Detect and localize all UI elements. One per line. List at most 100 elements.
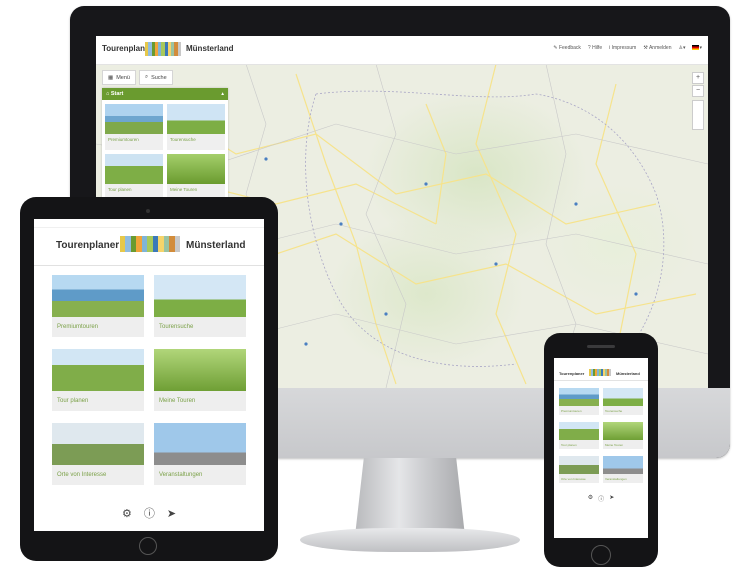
tile-orte-von-interesse[interactable]: Orte von Interesse	[559, 456, 599, 483]
tile-tourensuche[interactable]: Tourensuche	[154, 275, 246, 337]
send-icon[interactable]: ➤	[609, 494, 614, 503]
tile-image-path-field	[52, 349, 144, 391]
feedback-link[interactable]: ✎ Feedback	[553, 45, 581, 51]
impressum-link[interactable]: i Impressum	[609, 45, 636, 51]
brand-region: Münsterland	[616, 371, 640, 376]
tablet-footer: ⚙ ⓘ ➤	[34, 509, 264, 520]
tile-image-couple-map	[154, 275, 246, 317]
wrench-icon: ⚒	[643, 45, 648, 51]
collapse-icon: ▴	[221, 91, 224, 97]
tile-label: Orte von Interesse	[57, 472, 107, 478]
tile-image-path-field	[105, 154, 163, 184]
monitor-stand	[355, 458, 465, 536]
compass-icon[interactable]	[692, 100, 704, 130]
search-icon: ⌕	[144, 74, 149, 80]
help-label: Hilfe	[592, 45, 603, 51]
zoom-in-button[interactable]: +	[692, 72, 704, 84]
tab-menu[interactable]: ▦ Menü	[102, 70, 136, 85]
tile-premiumtouren[interactable]: Premiumtouren	[559, 388, 599, 415]
tile-image-group-ride	[603, 422, 643, 440]
info-icon: i	[609, 45, 611, 51]
tile-image-couple-map	[167, 104, 225, 134]
flag-de-icon	[692, 45, 700, 51]
header-nav: ✎ Feedback ? Hilfe i Impressum ⚒ Anmelde…	[553, 45, 702, 51]
brand-logo	[145, 42, 181, 56]
impressum-label: Impressum	[611, 45, 637, 51]
tile-tour-planen[interactable]: Tour planen	[559, 422, 599, 449]
tile-label: Meine Touren	[159, 398, 196, 404]
tile-label: Tour planen	[108, 187, 132, 192]
phone-footer: ⚙ ⓘ ➤	[554, 494, 648, 503]
logo-stripe	[177, 42, 181, 56]
tile-veranstaltungen[interactable]: Veranstaltungen	[154, 423, 246, 485]
tile-meine-touren[interactable]: Meine Touren	[154, 349, 246, 411]
grid-icon: ▦	[108, 74, 114, 81]
zoom-out-button[interactable]: −	[692, 85, 704, 97]
tablet-screen: Tourenplaner Münsterland Premiumtouren T…	[34, 219, 264, 531]
phone-home-button	[591, 545, 611, 565]
brand-name: Tourenplaner	[559, 371, 585, 376]
logo-stripe	[609, 369, 611, 376]
tile-tourensuche[interactable]: Tourensuche	[167, 104, 225, 150]
tile-label: Premiumtouren	[108, 137, 139, 142]
tab-search[interactable]: ⌕ Suche	[138, 70, 173, 85]
tile-label: Tourensuche	[159, 324, 194, 330]
tile-image-path-field	[559, 422, 599, 440]
gear-icon[interactable]: ⚙	[122, 509, 132, 520]
language-menu[interactable]: ▾	[692, 45, 702, 51]
tile-image-group-ride	[154, 349, 246, 391]
tile-label: Veranstaltungen	[159, 472, 203, 478]
feedback-icon: ✎	[553, 45, 558, 51]
tab-search-label: Suche	[151, 74, 167, 81]
tile-image-group-ride	[167, 154, 225, 184]
tile-label: Tour planen	[561, 443, 577, 447]
status-bar	[34, 221, 264, 228]
help-link[interactable]: ? Hilfe	[588, 45, 602, 51]
user-menu[interactable]: ♙▾	[678, 45, 685, 51]
person-icon: ♙	[678, 45, 683, 51]
logo-stripe	[174, 236, 180, 252]
phone-speaker	[587, 345, 615, 348]
tile-image-cyclists-river	[559, 388, 599, 406]
panel-header[interactable]: ⌂ Start ▴	[102, 88, 228, 100]
tile-tour-planen[interactable]: Tour planen	[52, 349, 144, 411]
tile-tour-planen[interactable]: Tour planen	[105, 154, 163, 200]
tile-image-couple-map	[603, 388, 643, 406]
tile-label: Tour planen	[57, 398, 89, 404]
brand-logo	[589, 369, 611, 376]
panel-title: Start	[110, 91, 124, 97]
info-icon[interactable]: ⓘ	[144, 509, 155, 520]
tablet-camera	[146, 209, 150, 213]
sidebar-tabs: ▦ Menü ⌕ Suche	[102, 70, 173, 85]
gear-icon[interactable]: ⚙	[588, 494, 593, 503]
info-icon[interactable]: ⓘ	[598, 494, 604, 503]
help-icon: ?	[587, 45, 591, 51]
tile-label: Orte von Interesse	[561, 477, 586, 481]
tablet-home-button	[139, 537, 157, 555]
brand-region: Münsterland	[186, 44, 234, 53]
tile-label: Premiumtouren	[561, 409, 582, 413]
desktop-header: Tourenplaner Münsterland ✎ Feedback ? Hi…	[96, 36, 708, 65]
tile-premiumtouren[interactable]: Premiumtouren	[52, 275, 144, 337]
tile-tourensuche[interactable]: Tourensuche	[603, 388, 643, 415]
tile-label: Veranstaltungen	[605, 477, 627, 481]
brand-name: Tourenplaner	[56, 240, 120, 251]
login-link[interactable]: ⚒ Anmelden	[643, 45, 671, 51]
tile-image-ferris-wheel	[603, 456, 643, 474]
tile-meine-touren[interactable]: Meine Touren	[167, 154, 225, 200]
tile-image-ferris-wheel	[154, 423, 246, 465]
tile-image-cyclists-river	[52, 275, 144, 317]
monitor-stand-base	[300, 528, 520, 552]
tile-label: Meine Touren	[605, 443, 624, 447]
brand-region: Münsterland	[186, 240, 246, 251]
tile-orte-von-interesse[interactable]: Orte von Interesse	[52, 423, 144, 485]
tile-meine-touren[interactable]: Meine Touren	[603, 422, 643, 449]
tile-premiumtouren[interactable]: Premiumtouren	[105, 104, 163, 150]
send-icon[interactable]: ➤	[167, 509, 176, 520]
tile-image-cyclists-river	[105, 104, 163, 134]
tile-label: Meine Touren	[170, 187, 198, 192]
tile-image-stone-spheres	[559, 456, 599, 474]
tile-label: Premiumtouren	[57, 324, 99, 330]
feedback-label: Feedback	[558, 45, 581, 51]
tile-veranstaltungen[interactable]: Veranstaltungen	[603, 456, 643, 483]
